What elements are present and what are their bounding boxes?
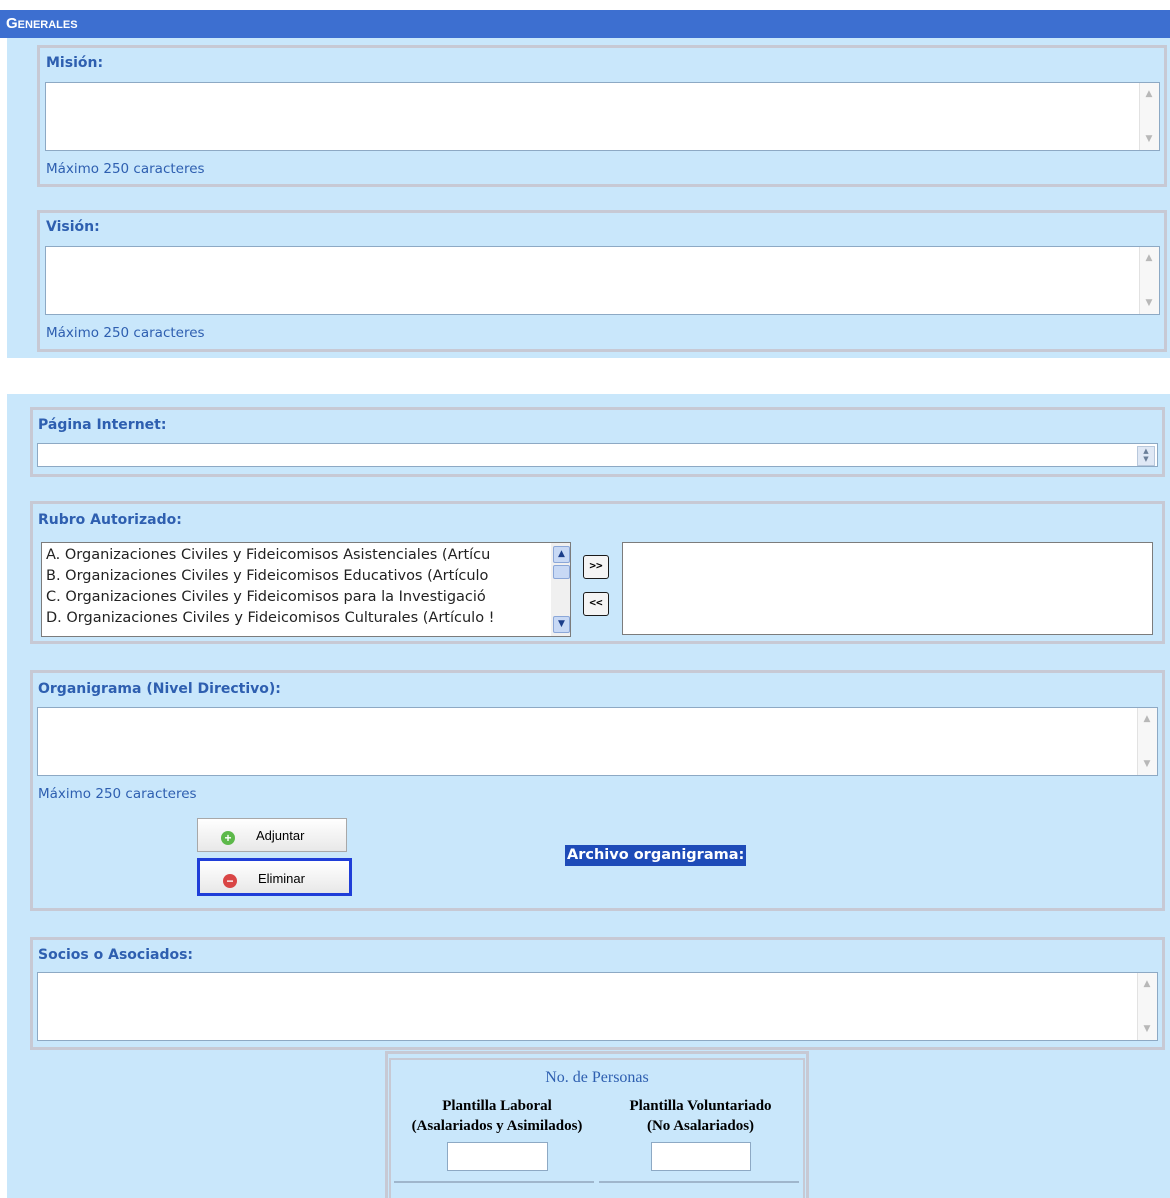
plantilla-laboral-line2: (Asalariados y Asimilados) [411,1118,583,1134]
rubro-option[interactable]: B. Organizaciones Civiles y Fideicomisos… [42,566,550,587]
delete-button[interactable]: − Eliminar [197,858,352,896]
archivo-organigrama-text: Archivo organigrama: [567,847,745,863]
divider-right [599,1181,799,1183]
plantilla-laboral-line1: Plantilla Laboral [442,1098,552,1114]
plantilla-voluntariado-input[interactable] [651,1142,751,1171]
spin-up-icon[interactable]: ▲ [1138,447,1154,455]
rubro-selected-list[interactable] [622,542,1153,635]
organigrama-label: Organigrama (Nivel Directivo): [38,681,281,697]
scroll-thumb[interactable] [553,565,570,579]
scroll-down-icon[interactable]: ▼ [1139,1021,1155,1037]
scroll-down-icon[interactable]: ▼ [1141,131,1157,147]
vision-hint: Máximo 250 caracteres [46,325,205,341]
plantilla-voluntariado-line1: Plantilla Voluntariado [629,1098,772,1114]
rubro-label: Rubro Autorizado: [38,512,182,528]
remove-icon: − [223,874,237,888]
scroll-up-icon[interactable]: ▲ [1139,976,1155,992]
rubro-list-scrollbar[interactable]: ▲ ▼ [551,543,570,636]
pagina-internet-label: Página Internet: [38,417,167,433]
pagina-internet-input[interactable]: ▲ ▼ [37,443,1158,467]
divider-left [394,1181,594,1183]
scroll-down-icon[interactable]: ▼ [1139,756,1155,772]
pagina-internet-spin[interactable]: ▲ ▼ [1137,446,1155,466]
socios-scrollbar[interactable]: ▲ ▼ [1137,973,1157,1040]
rubro-option[interactable]: C. Organizaciones Civiles y Fideicomisos… [42,587,550,608]
personas-title: No. de Personas [545,1069,649,1086]
mision-hint: Máximo 250 caracteres [46,161,205,177]
section-title: Generales [6,15,78,32]
scroll-up-icon[interactable]: ▲ [1141,86,1157,102]
organigrama-textarea[interactable]: ▲ ▼ [37,707,1158,776]
spin-down-icon[interactable]: ▼ [1138,455,1154,463]
rubro-available-list[interactable]: A. Organizaciones Civiles y Fideicomisos… [41,542,571,637]
socios-label: Socios o Asociados: [38,947,194,963]
plantilla-laboral-input[interactable] [447,1142,548,1171]
mision-textarea[interactable]: ▲ ▼ [45,82,1160,151]
mision-label: Misión: [46,55,104,71]
vision-textarea[interactable]: ▲ ▼ [45,246,1160,315]
add-icon: + [221,831,235,845]
organigrama-hint: Máximo 250 caracteres [38,786,197,802]
plantilla-voluntariado-line2: (No Asalariados) [646,1118,755,1134]
attach-button-label: Adjuntar [256,828,305,843]
chevron-down-icon[interactable]: ▼ [553,616,570,633]
rubro-option[interactable]: A. Organizaciones Civiles y Fideicomisos… [42,545,550,566]
archivo-organigrama-label: Archivo organigrama: [565,845,747,866]
scroll-down-icon[interactable]: ▼ [1141,295,1157,311]
scroll-up-icon[interactable]: ▲ [1139,711,1155,727]
socios-textarea[interactable]: ▲ ▼ [37,972,1158,1041]
remove-rubro-button[interactable]: << [583,592,609,616]
rubro-option[interactable]: D. Organizaciones Civiles y Fideicomisos… [42,608,550,629]
delete-button-label: Eliminar [258,871,305,886]
chevron-up-icon[interactable]: ▲ [553,546,570,563]
vision-scrollbar[interactable]: ▲ ▼ [1139,247,1159,314]
add-rubro-button[interactable]: >> [583,555,609,579]
mision-scrollbar[interactable]: ▲ ▼ [1139,83,1159,150]
scroll-up-icon[interactable]: ▲ [1141,250,1157,266]
vision-label: Visión: [46,219,100,235]
section-header: Generales [0,10,1170,38]
attach-button[interactable]: + Adjuntar [197,818,347,852]
organigrama-scrollbar[interactable]: ▲ ▼ [1137,708,1157,775]
